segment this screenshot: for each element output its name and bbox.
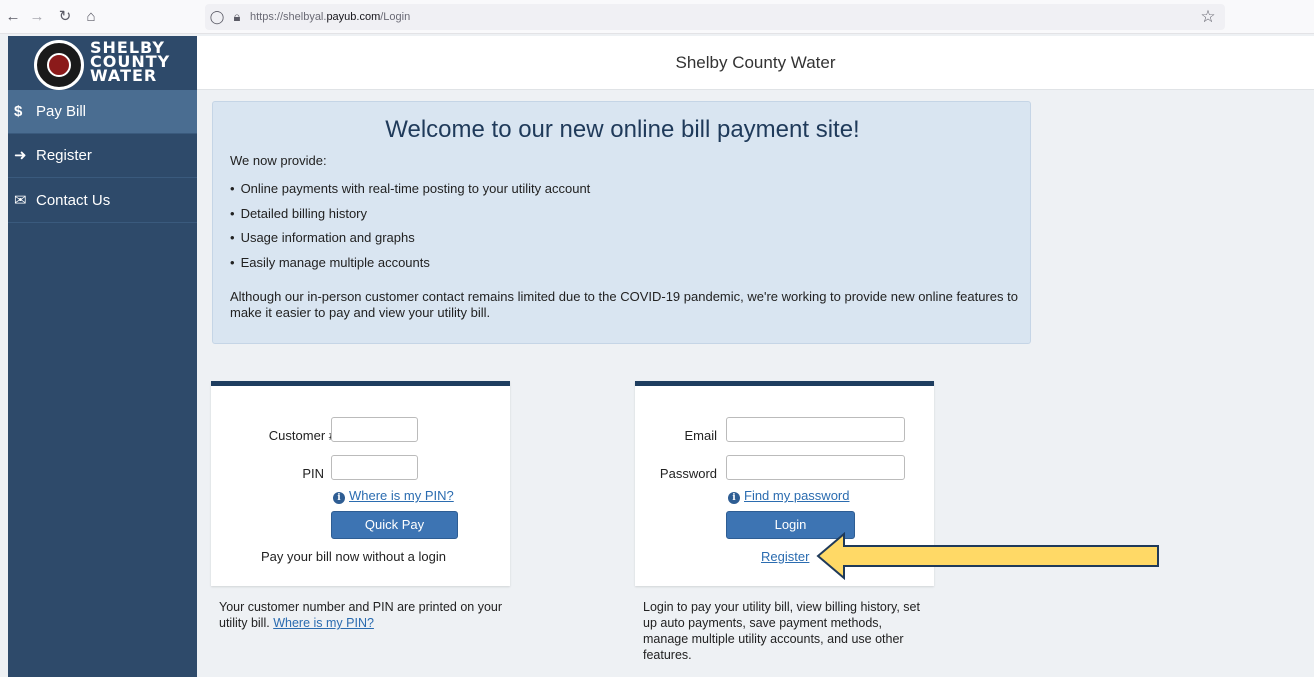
list-item: Usage information and graphs [230,230,590,255]
logo[interactable]: SHELBY COUNTY WATER [8,36,197,90]
welcome-panel: Welcome to our new online bill payment s… [212,101,1031,344]
quick-pay-info: Your customer number and PIN are printed… [219,600,503,630]
login-info: Login to pay your utility bill, view bil… [643,600,920,662]
welcome-title: Welcome to our new online bill payment s… [385,116,860,143]
browser-toolbar: ← → ↻ ⌂ ◯ 🔒︎ https://shelbyal.payub.com/… [0,0,1314,34]
envelope-icon: ✉ [14,192,27,209]
sidebar-item-pay-bill[interactable]: $ Pay Bill [8,90,197,134]
lock-icon[interactable]: 🔒︎ [227,6,247,28]
page-title: Shelby County Water [675,53,836,72]
list-item: Detailed billing history [230,206,590,231]
list-item: Easily manage multiple accounts [230,255,590,280]
feature-list: Online payments with real-time posting t… [230,181,591,280]
dollar-icon: $ [14,103,23,120]
star-icon[interactable]: ☆ [1197,5,1219,29]
url-text[interactable]: https://shelbyal.payub.com/Login [250,4,410,30]
logo-text: SHELBY COUNTY WATER [90,38,171,85]
info-icon: i [728,492,740,504]
pin-label: PIN [302,466,324,481]
sidebar-item-label: Pay Bill [36,103,87,120]
back-icon[interactable]: ← [2,6,24,28]
email-label: Email [684,428,717,443]
password-field[interactable] [726,455,905,480]
list-item: Online payments with real-time posting t… [230,181,591,206]
quick-pay-button[interactable]: Quick Pay [331,511,458,539]
sidebar-item-label: Register [36,147,92,164]
arrow-annotation-icon [816,532,1159,580]
sidebar-item-register[interactable]: ➜ Register [8,134,197,178]
sidebar: SHELBY COUNTY WATER $ Pay Bill ➜ Register … [8,36,197,677]
shield-icon[interactable]: ◯ [207,6,227,28]
quick-pay-card: Customer # PIN i Where is my PIN? Quick P… [211,381,510,586]
quick-pay-caption: Pay your bill now without a login [261,549,446,564]
reload-icon[interactable]: ↻ [54,6,76,28]
sign-in-icon: ➜ [14,147,27,164]
welcome-intro: We now provide: [230,153,327,168]
customer-number-input[interactable] [331,417,418,442]
find-password-link[interactable]: i Find my password [728,488,849,504]
covid-note: Although our in-person customer contact … [230,289,1018,320]
county-seal-icon [34,40,84,90]
where-is-pin-link[interactable]: i Where is my PIN? [333,488,454,504]
email-field[interactable] [726,417,905,442]
customer-number-label: Customer # [268,428,336,443]
page-header: Shelby County Water [197,36,1314,90]
where-is-pin-link-bottom[interactable]: Where is my PIN? [273,616,374,630]
address-bar[interactable]: ◯ 🔒︎ https://shelbyal.payub.com/Login [205,4,1225,30]
sidebar-item-contact-us[interactable]: ✉ Contact Us [8,179,197,223]
sidebar-item-label: Contact Us [36,192,111,209]
register-link[interactable]: Register [761,549,809,564]
home-icon[interactable]: ⌂ [80,6,102,28]
pin-input[interactable] [331,455,418,480]
info-icon: i [333,492,345,504]
password-label: Password [659,466,717,481]
forward-icon[interactable]: → [26,6,48,28]
